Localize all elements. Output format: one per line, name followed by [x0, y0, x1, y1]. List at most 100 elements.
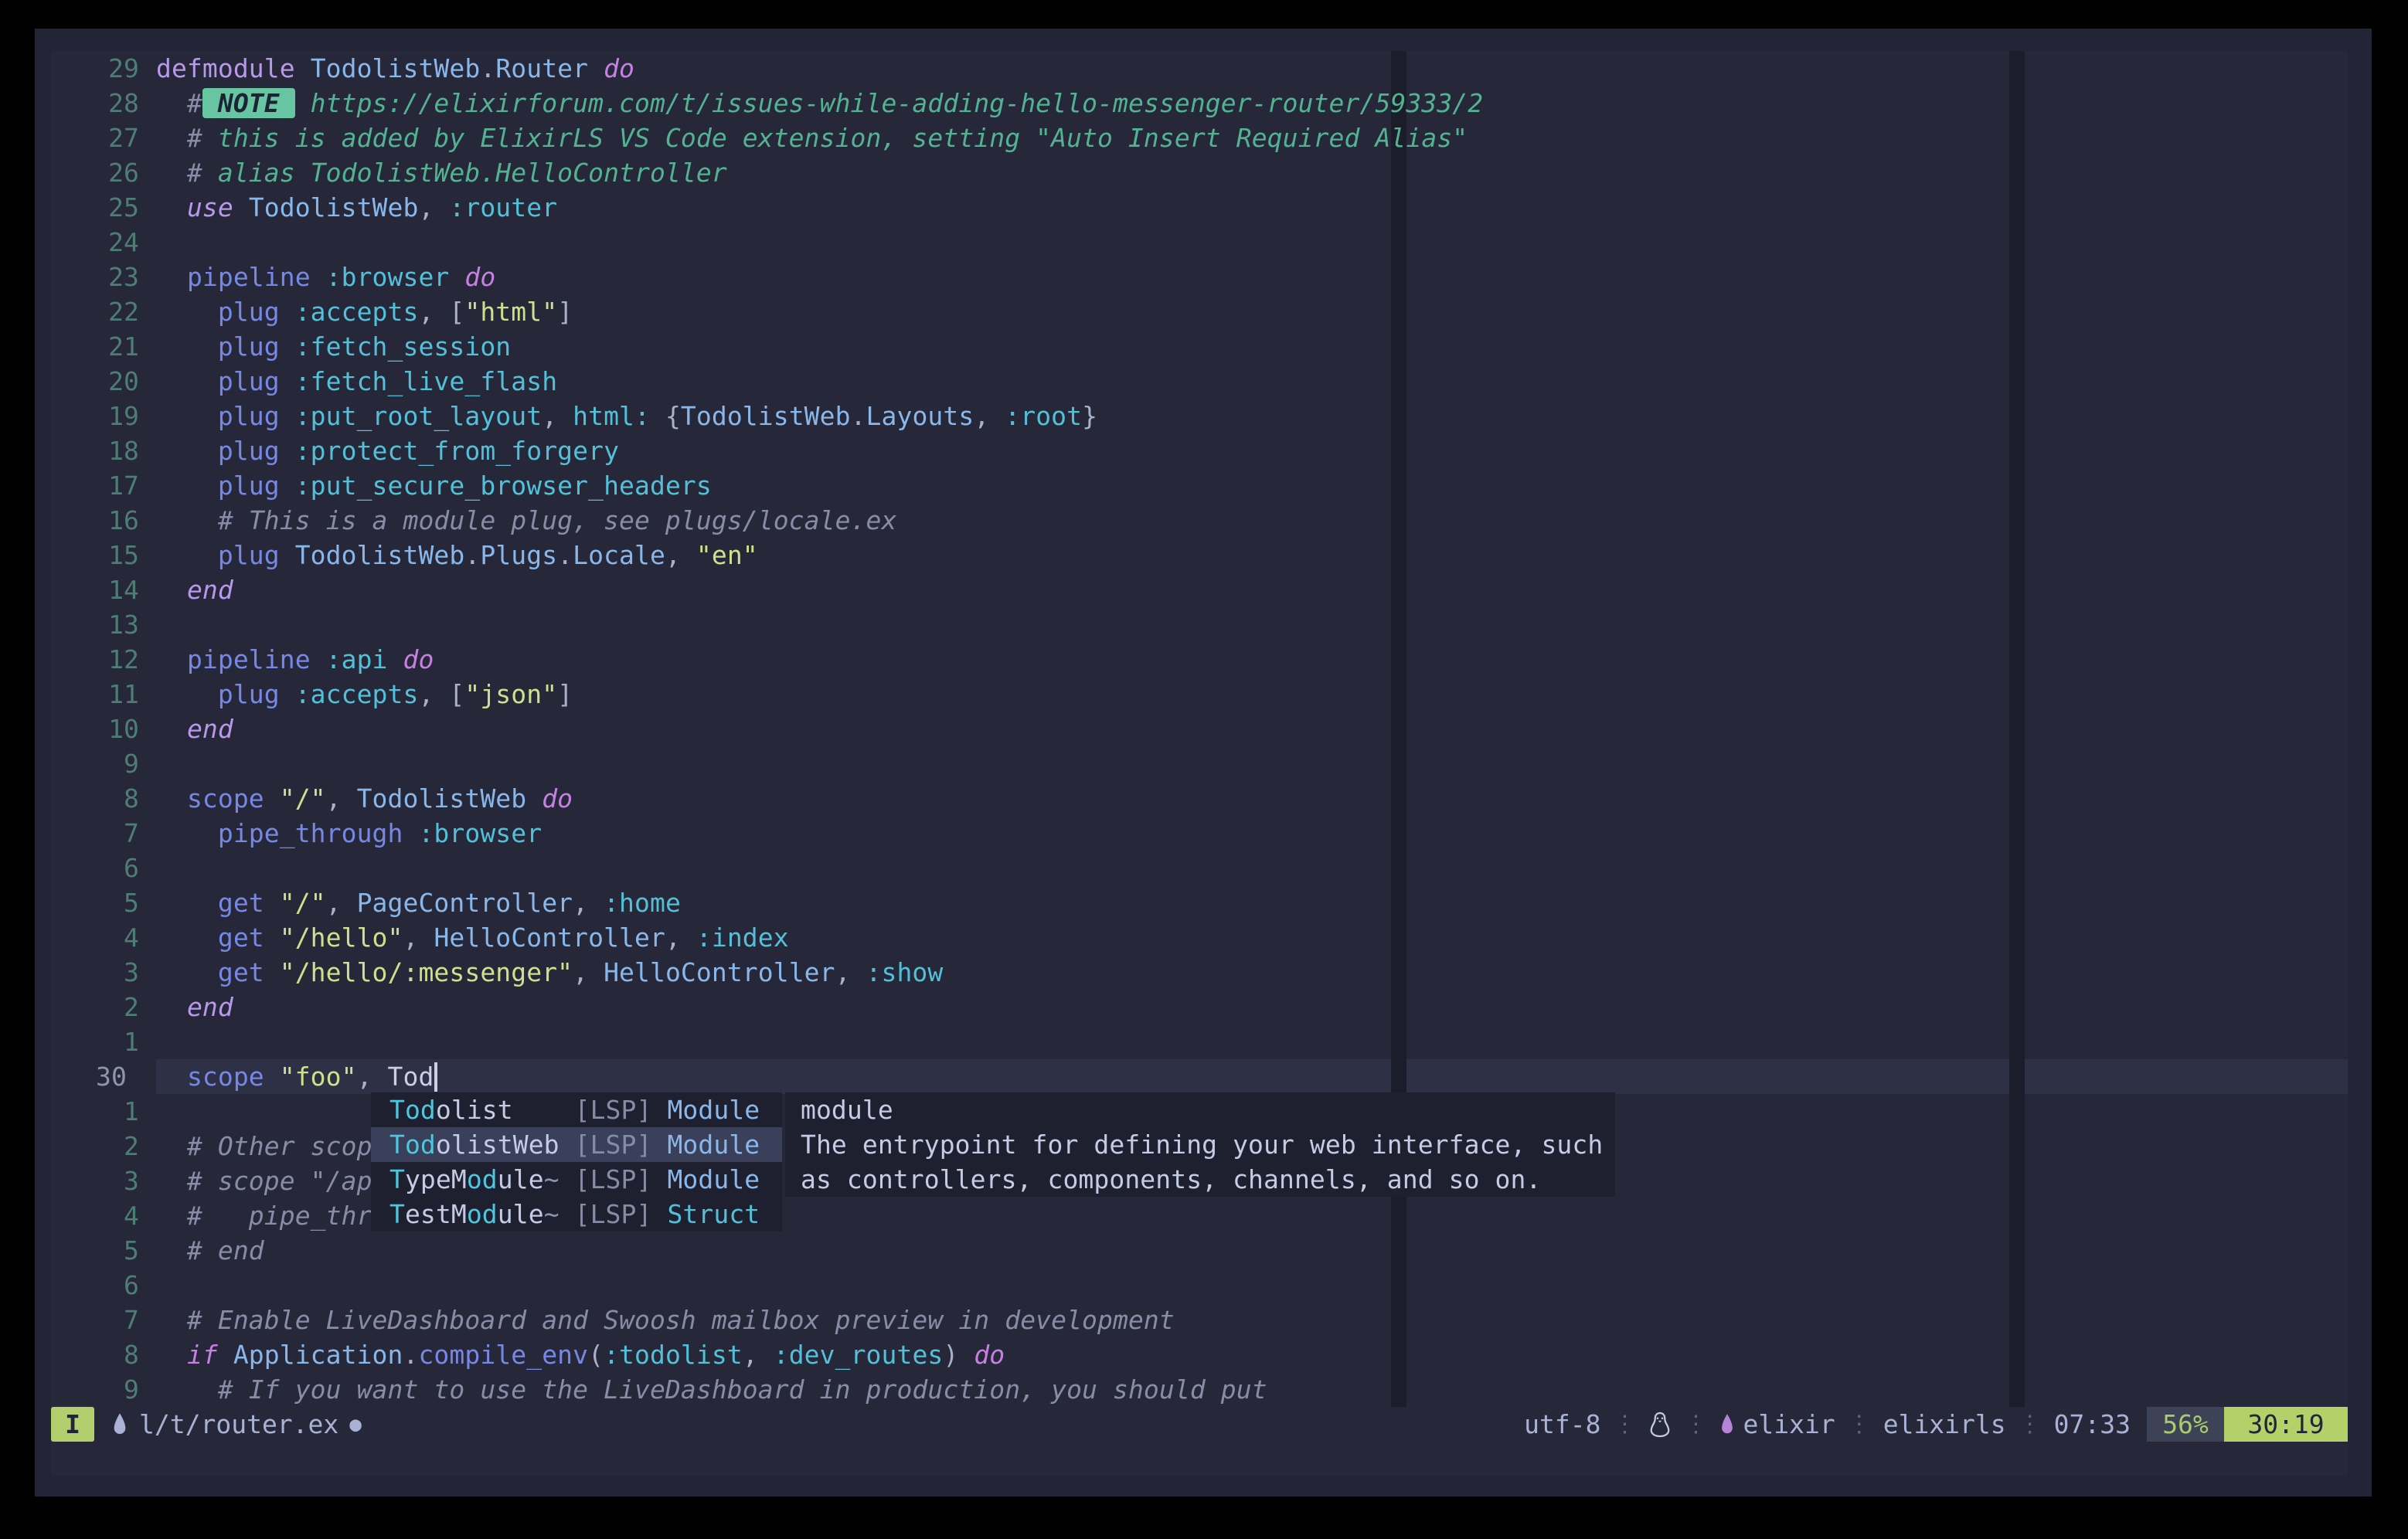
line-number[interactable]: 6: [51, 851, 139, 885]
code-line[interactable]: 7 # Enable LiveDashboard and Swoosh mail…: [51, 1303, 1175, 1337]
line-number[interactable]: 26: [51, 155, 139, 190]
code-text: get "/", PageController, :home: [156, 888, 681, 918]
code-line[interactable]: 24: [51, 225, 156, 260]
code-text: use TodolistWeb, :router: [156, 192, 557, 223]
code-line[interactable]: 1: [51, 1024, 156, 1059]
line-number[interactable]: 8: [51, 1337, 139, 1372]
line-number[interactable]: 5: [51, 1233, 139, 1268]
code-line[interactable]: 11 plug :accepts, ["json"]: [51, 677, 573, 712]
code-line[interactable]: 16 # This is a module plug, see plugs/lo…: [51, 503, 896, 538]
line-number[interactable]: 4: [51, 1198, 139, 1233]
code-line[interactable]: 25 use TodolistWeb, :router: [51, 190, 557, 225]
code-line[interactable]: 3 get "/hello/:messenger", HelloControll…: [51, 955, 943, 990]
line-number[interactable]: 15: [51, 538, 139, 572]
code-line[interactable]: 29defmodule TodolistWeb.Router do: [51, 51, 634, 86]
editor-content[interactable]: 29defmodule TodolistWeb.Router do28 # NO…: [51, 51, 2348, 1476]
line-number[interactable]: 27: [51, 121, 139, 155]
line-number[interactable]: 25: [51, 190, 139, 225]
line-number[interactable]: 1: [51, 1024, 139, 1059]
code-line[interactable]: 5 # end: [51, 1233, 264, 1268]
line-number[interactable]: 2: [51, 1129, 139, 1164]
code-line[interactable]: 4 get "/hello", HelloController, :index: [51, 920, 789, 955]
line-number[interactable]: 3: [51, 955, 139, 990]
completion-kind: Module: [667, 1164, 760, 1194]
code-line[interactable]: 28 # NOTE https://elixirforum.com/t/issu…: [51, 86, 1483, 121]
code-line[interactable]: 17 plug :put_secure_browser_headers: [51, 468, 712, 503]
code-line[interactable]: 9 # If you want to use the LiveDashboard…: [51, 1372, 1267, 1407]
statusline-right: utf-8 ⋮ ⋮ elixir ⋮ elixirls ⋮ 07:33 56% …: [1512, 1407, 2348, 1442]
language-label: elixir: [1743, 1409, 1835, 1439]
line-number[interactable]: 9: [51, 1372, 139, 1407]
line-number[interactable]: 9: [51, 746, 139, 781]
code-line[interactable]: 30 scope "foo", Tod: [51, 1059, 434, 1094]
autocomplete-popup[interactable]: Todolist [LSP]ModuleTodolistWeb [LSP]Mod…: [371, 1092, 782, 1232]
code-text: pipe_through :browser: [156, 818, 542, 848]
code-line[interactable]: 8 if Application.compile_env(:todolist, …: [51, 1337, 1005, 1372]
file-path[interactable]: l/t/router.ex: [139, 1409, 338, 1439]
code-text: plug :put_secure_browser_headers: [156, 471, 712, 501]
completion-item[interactable]: TestModule~ [LSP]Struct: [371, 1197, 782, 1232]
line-number[interactable]: 10: [51, 712, 139, 746]
line-number[interactable]: 19: [51, 399, 139, 433]
completion-item[interactable]: TypeModule~ [LSP]Module: [371, 1162, 782, 1197]
code-line[interactable]: 3 # scope "/ap: [51, 1164, 372, 1198]
code-line[interactable]: 27 # this is added by ElixirLS VS Code e…: [51, 121, 1468, 155]
line-number[interactable]: 12: [51, 642, 139, 677]
code-line[interactable]: 26 # alias TodolistWeb.HelloController: [51, 155, 727, 190]
line-number[interactable]: 16: [51, 503, 139, 538]
code-text: # pipe_thr: [156, 1201, 372, 1231]
code-line[interactable]: 7 pipe_through :browser: [51, 816, 542, 851]
line-number[interactable]: 14: [51, 572, 139, 607]
line-number[interactable]: 30: [51, 1059, 139, 1094]
linux-penguin-icon: [1648, 1411, 1672, 1439]
code-line[interactable]: 9: [51, 746, 156, 781]
line-number[interactable]: 28: [51, 86, 139, 121]
encoding-label: utf-8: [1524, 1409, 1600, 1439]
time-label: 07:33: [2054, 1409, 2131, 1439]
line-number[interactable]: 8: [51, 781, 139, 816]
completion-item[interactable]: TodolistWeb [LSP]Module: [371, 1127, 782, 1162]
line-number[interactable]: 23: [51, 260, 139, 294]
line-number[interactable]: 17: [51, 468, 139, 503]
line-number[interactable]: 13: [51, 607, 139, 642]
line-number[interactable]: 5: [51, 885, 139, 920]
code-line[interactable]: 14 end: [51, 572, 233, 607]
code-line[interactable]: 15 plug TodolistWeb.Plugs.Locale, "en": [51, 538, 758, 572]
code-line[interactable]: 2 # Other scop: [51, 1129, 372, 1164]
code-line[interactable]: 5 get "/", PageController, :home: [51, 885, 681, 920]
code-line[interactable]: 4 # pipe_thr: [51, 1198, 372, 1233]
line-number[interactable]: 29: [51, 51, 139, 86]
line-number[interactable]: 7: [51, 816, 139, 851]
line-number[interactable]: 1: [51, 1094, 139, 1129]
line-number[interactable]: 4: [51, 920, 139, 955]
line-number[interactable]: 6: [51, 1268, 139, 1303]
completion-kind: Module: [667, 1130, 760, 1160]
code-text: plug TodolistWeb.Plugs.Locale, "en": [156, 540, 758, 570]
line-number[interactable]: 22: [51, 294, 139, 329]
code-line[interactable]: 21 plug :fetch_session: [51, 329, 511, 364]
completion-item[interactable]: Todolist [LSP]Module: [371, 1092, 782, 1127]
code-line[interactable]: 1: [51, 1094, 156, 1129]
code-line[interactable]: 6: [51, 1268, 156, 1303]
line-number[interactable]: 18: [51, 433, 139, 468]
modified-indicator: ●: [349, 1413, 362, 1436]
code-line[interactable]: 8 scope "/", TodolistWeb do: [51, 781, 573, 816]
code-line[interactable]: 19 plug :put_root_layout, html: {Todolis…: [51, 399, 1097, 433]
code-text: scope "foo", Tod: [156, 1062, 434, 1092]
code-line[interactable]: 20 plug :fetch_live_flash: [51, 364, 557, 399]
line-number[interactable]: 21: [51, 329, 139, 364]
code-line[interactable]: 12 pipeline :api do: [51, 642, 434, 677]
code-line[interactable]: 2 end: [51, 990, 233, 1024]
code-line[interactable]: 6: [51, 851, 156, 885]
code-line[interactable]: 10 end: [51, 712, 233, 746]
code-line[interactable]: 13: [51, 607, 156, 642]
line-number[interactable]: 24: [51, 225, 139, 260]
line-number[interactable]: 3: [51, 1164, 139, 1198]
line-number[interactable]: 20: [51, 364, 139, 399]
code-line[interactable]: 22 plug :accepts, ["html"]: [51, 294, 573, 329]
line-number[interactable]: 7: [51, 1303, 139, 1337]
line-number[interactable]: 2: [51, 990, 139, 1024]
line-number[interactable]: 11: [51, 677, 139, 712]
code-line[interactable]: 23 pipeline :browser do: [51, 260, 495, 294]
code-line[interactable]: 18 plug :protect_from_forgery: [51, 433, 619, 468]
